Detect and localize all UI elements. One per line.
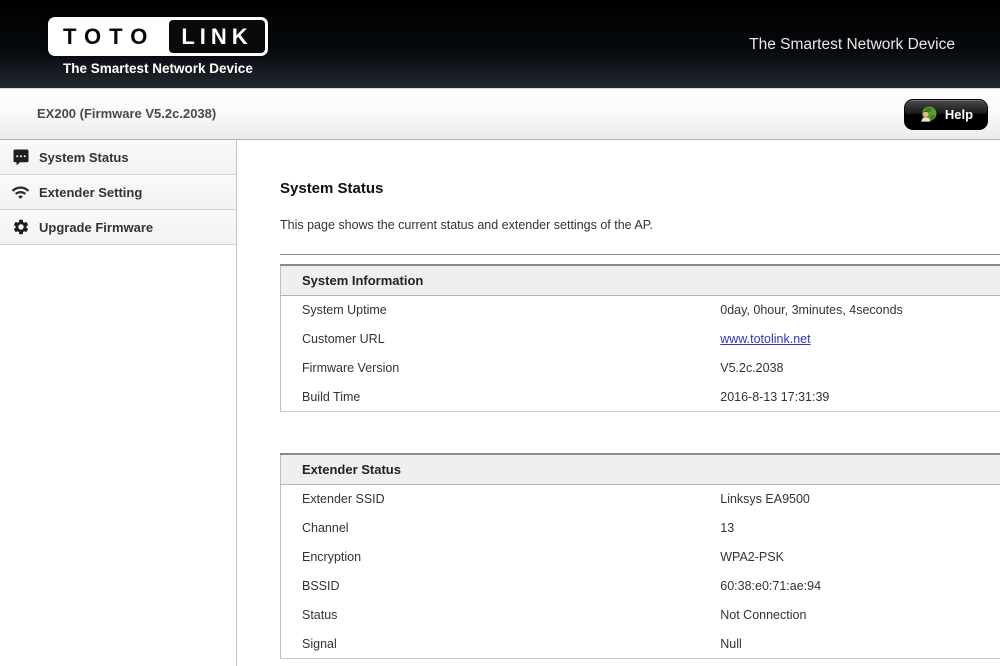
logo-link-text: LINK (169, 20, 264, 53)
router-admin-page: TOTO LINK The Smartest Network Device Th… (0, 0, 1000, 666)
table-row: Signal Null (281, 630, 1000, 659)
row-label: BSSID (281, 572, 721, 601)
chat-icon (11, 148, 30, 167)
logo-tagline: The Smartest Network Device (63, 61, 268, 76)
divider (280, 254, 1000, 255)
row-value: 13 (720, 514, 1000, 543)
row-label: System Uptime (281, 296, 721, 325)
row-value: WPA2-PSK (720, 543, 1000, 572)
help-button[interactable]: Help (904, 99, 988, 130)
table-row: Extender SSID Linksys EA9500 (281, 485, 1000, 514)
totolink-logo-box: TOTO LINK (48, 17, 268, 56)
sidebar-item-extender-setting[interactable]: Extender Setting (0, 175, 236, 210)
row-value: V5.2c.2038 (720, 354, 1000, 383)
table-row: Status Not Connection (281, 601, 1000, 630)
table-row: Channel 13 (281, 514, 1000, 543)
extender-status-table: Extender Status Extender SSID Linksys EA… (280, 453, 1000, 659)
system-information-table: System Information System Uptime 0day, 0… (280, 264, 1000, 412)
row-label: Firmware Version (281, 354, 721, 383)
table-title: System Information (281, 265, 1000, 296)
toolbar: EX200 (Firmware V5.2c.2038) Help (0, 88, 1000, 140)
sidebar: System Status Extender Setting Upgrade F… (0, 140, 237, 666)
gear-icon (11, 218, 30, 237)
row-label: Encryption (281, 543, 721, 572)
table-row: BSSID 60:38:e0:71:ae:94 (281, 572, 1000, 601)
sidebar-item-label: System Status (39, 150, 129, 165)
table-title: Extender Status (281, 454, 1000, 485)
row-value: 2016-8-13 17:31:39 (720, 383, 1000, 412)
row-label: Status (281, 601, 721, 630)
device-firmware-label: EX200 (Firmware V5.2c.2038) (37, 106, 216, 121)
page-description: This page shows the current status and e… (280, 218, 1000, 232)
table-row: System Uptime 0day, 0hour, 3minutes, 4se… (281, 296, 1000, 325)
wifi-icon (11, 183, 30, 202)
customer-url-link[interactable]: www.totolink.net (720, 332, 810, 346)
sidebar-item-label: Upgrade Firmware (39, 220, 153, 235)
main-content: System Status This page shows the curren… (237, 140, 1000, 666)
row-value: 60:38:e0:71:ae:94 (720, 572, 1000, 601)
help-button-label: Help (945, 107, 973, 122)
row-label: Extender SSID (281, 485, 721, 514)
sidebar-item-upgrade-firmware[interactable]: Upgrade Firmware (0, 210, 236, 245)
logo-toto-text: TOTO (51, 20, 169, 53)
help-icon (919, 105, 938, 124)
table-row: Build Time 2016-8-13 17:31:39 (281, 383, 1000, 412)
row-label: Build Time (281, 383, 721, 412)
row-value: Not Connection (720, 601, 1000, 630)
row-value: 0day, 0hour, 3minutes, 4seconds (720, 296, 1000, 325)
table-row: Encryption WPA2-PSK (281, 543, 1000, 572)
body-row: System Status Extender Setting Upgrade F… (0, 140, 1000, 666)
row-label: Signal (281, 630, 721, 659)
row-label: Customer URL (281, 325, 721, 354)
sidebar-item-label: Extender Setting (39, 185, 142, 200)
table-row: Firmware Version V5.2c.2038 (281, 354, 1000, 383)
brand-header: TOTO LINK The Smartest Network Device Th… (0, 0, 1000, 88)
table-row: Customer URL www.totolink.net (281, 325, 1000, 354)
totolink-logo: TOTO LINK The Smartest Network Device (48, 17, 268, 76)
page-title: System Status (280, 180, 1000, 197)
row-label: Channel (281, 514, 721, 543)
row-value: www.totolink.net (720, 325, 1000, 354)
row-value: Linksys EA9500 (720, 485, 1000, 514)
sidebar-item-system-status[interactable]: System Status (0, 140, 236, 175)
header-tagline: The Smartest Network Device (749, 36, 955, 54)
row-value: Null (720, 630, 1000, 659)
